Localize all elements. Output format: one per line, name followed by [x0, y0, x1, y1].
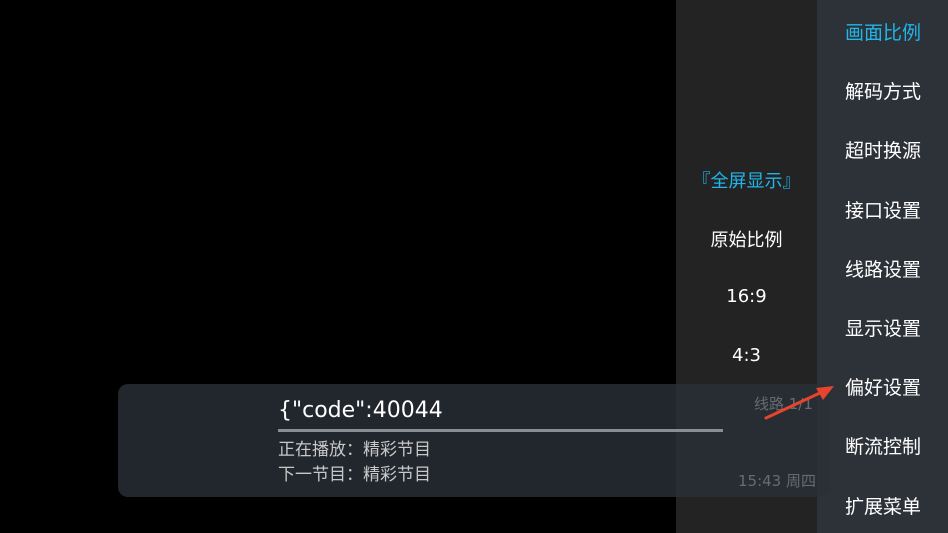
menu-item-timeout-switch[interactable]: 超时换源: [845, 136, 921, 163]
ratio-option-4-3[interactable]: 4:3: [676, 345, 817, 366]
menu-item-decoder[interactable]: 解码方式: [845, 77, 921, 104]
ratio-option-16-9[interactable]: 16:9: [676, 286, 817, 307]
ratio-option-fullscreen[interactable]: 『全屏显示』: [676, 167, 817, 193]
clock-text: 15:43 周四: [738, 472, 816, 490]
menu-item-aspect-ratio[interactable]: 画面比例: [845, 18, 921, 45]
menu-item-line-settings[interactable]: 线路设置: [845, 255, 921, 282]
menu-item-interface-settings[interactable]: 接口设置: [845, 196, 921, 223]
now-playing-text: 正在播放：精彩节目: [278, 440, 431, 460]
next-program-text: 下一节目：精彩节目: [278, 465, 431, 485]
menu-item-preferences[interactable]: 偏好设置: [845, 373, 921, 400]
menu-item-display-settings[interactable]: 显示设置: [845, 314, 921, 341]
menu-item-extension-menu[interactable]: 扩展菜单: [845, 492, 921, 519]
channel-title: {"code":40044: [278, 398, 443, 423]
ratio-option-original[interactable]: 原始比例: [676, 226, 817, 252]
progress-bar: [278, 429, 723, 432]
progress-fill: [278, 429, 723, 432]
arrow-pointer-icon: [764, 386, 834, 420]
program-info-bar: {"code":40044 正在播放：精彩节目 下一节目：精彩节目 线路 1/1…: [118, 384, 830, 497]
player-screen: 『全屏显示』 原始比例 16:9 4:3 画面比例 解码方式 超时换源 接口设置…: [0, 0, 948, 533]
settings-menu: 画面比例 解码方式 超时换源 接口设置 线路设置 显示设置 偏好设置 断流控制 …: [817, 0, 948, 533]
menu-item-stream-control[interactable]: 断流控制: [845, 432, 921, 459]
